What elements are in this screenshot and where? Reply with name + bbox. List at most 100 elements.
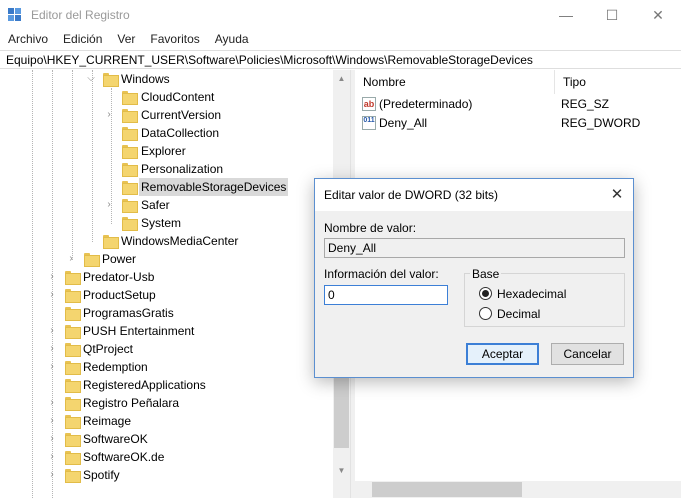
folder-icon [65, 325, 81, 339]
value-name: Deny_All [379, 116, 428, 130]
chevron-right-icon[interactable]: › [47, 448, 57, 466]
tree-item-label: ProductSetup [83, 288, 156, 302]
tree-item-label: Registro Peñalara [83, 396, 180, 410]
tree-item-currentversion[interactable]: › CurrentVersion [0, 106, 333, 124]
tree-item-removablestoragedevices[interactable]: RemovableStorageDevices [0, 178, 333, 196]
menu-favoritos[interactable]: Favoritos [142, 30, 206, 50]
column-header-tipo[interactable]: Tipo [555, 70, 681, 94]
tree-item-power[interactable]: › Power [0, 250, 333, 268]
hexadecimal-radio[interactable]: Hexadecimal [479, 286, 609, 302]
radio-unchecked-icon[interactable] [479, 307, 492, 320]
chevron-right-icon[interactable]: › [47, 358, 57, 376]
tree-item-reimage[interactable]: › Reimage [0, 412, 333, 430]
chevron-right-icon[interactable]: › [47, 466, 57, 484]
close-button[interactable]: ✕ [635, 0, 681, 30]
tree-item-datacollection[interactable]: DataCollection [0, 124, 333, 142]
chevron-right-icon[interactable]: › [104, 196, 114, 214]
value-name: (Predeterminado) [379, 97, 473, 111]
tree-item-safer[interactable]: › Safer [0, 196, 333, 214]
list-item[interactable]: 011 Deny_All REG_DWORD [355, 114, 681, 132]
tree-item-windows[interactable]: ⌵ Windows [0, 70, 333, 88]
tree-item-label: DataCollection [141, 126, 220, 140]
tree-item-system[interactable]: System [0, 214, 333, 232]
tree-item-cloudcontent[interactable]: CloudContent [0, 88, 333, 106]
menu-ver[interactable]: Ver [109, 30, 142, 50]
folder-icon [65, 397, 81, 411]
tree-item-push-entertainment[interactable]: › PUSH Entertainment [0, 322, 333, 340]
tree-item-label: SoftwareOK [83, 432, 148, 446]
base-label: Base [470, 267, 502, 281]
column-header-nombre[interactable]: Nombre [355, 70, 555, 94]
tree-item-label: Safer [141, 198, 170, 212]
key-tree: ⌵ Windows CloudContent › CurrentVersion … [0, 70, 350, 498]
tree-item-registeredapplications[interactable]: RegisteredApplications [0, 376, 333, 394]
address-bar[interactable]: Equipo\HKEY_CURRENT_USER\Software\Polici… [0, 50, 681, 69]
tree-item-label: RemovableStorageDevices [139, 178, 289, 196]
scrollbar-thumb[interactable] [372, 482, 522, 497]
menu-archivo[interactable]: Archivo [0, 30, 55, 50]
accept-button[interactable]: Aceptar [466, 343, 539, 365]
tree-item-label: Reimage [83, 414, 132, 428]
cancel-button[interactable]: Cancelar [551, 343, 624, 365]
folder-icon [65, 343, 81, 357]
tree-item-redemption[interactable]: › Redemption [0, 358, 333, 376]
chevron-right-icon[interactable]: › [66, 250, 76, 268]
folder-icon [65, 433, 81, 447]
tree-item-label: Windows [121, 72, 170, 86]
tree-item-predator-usb[interactable]: › Predator-Usb [0, 268, 333, 286]
tree-item-windowsmediacenter[interactable]: WindowsMediaCenter [0, 232, 333, 250]
folder-icon [122, 217, 138, 231]
tree-item-label: WindowsMediaCenter [121, 234, 239, 248]
chevron-right-icon[interactable]: › [47, 286, 57, 304]
maximize-button[interactable]: ☐ [589, 0, 635, 30]
folder-icon [65, 415, 81, 429]
chevron-right-icon[interactable]: › [47, 412, 57, 430]
scroll-down-icon[interactable]: ▼ [333, 462, 350, 479]
edit-dword-dialog: Editar valor de DWORD (32 bits) ✕ Nombre… [314, 178, 634, 378]
tree-item-registro-penalara[interactable]: › Registro Peñalara [0, 394, 333, 412]
menu-edicion[interactable]: Edición [55, 30, 109, 50]
list-item[interactable]: ab (Predeterminado) REG_SZ [355, 95, 681, 113]
dialog-title: Editar valor de DWORD (32 bits) [324, 188, 499, 202]
folder-icon [122, 91, 138, 105]
tree-item-softwareok[interactable]: › SoftwareOK [0, 430, 333, 448]
folder-icon [122, 199, 138, 213]
chevron-right-icon[interactable]: › [104, 106, 114, 124]
tree-item-explorer[interactable]: Explorer [0, 142, 333, 160]
chevron-down-icon[interactable]: ⌵ [86, 70, 96, 88]
tree-item-spotify[interactable]: › Spotify [0, 466, 333, 484]
tree-item-personalization[interactable]: Personalization [0, 160, 333, 178]
scroll-up-icon[interactable]: ▲ [333, 70, 350, 87]
menu-bar: Archivo Edición Ver Favoritos Ayuda [0, 30, 681, 50]
tree-item-productsetup[interactable]: › ProductSetup [0, 286, 333, 304]
chevron-right-icon[interactable]: › [47, 322, 57, 340]
dialog-close-button[interactable]: ✕ [607, 185, 627, 205]
value-name-label: Nombre de valor: [324, 221, 417, 235]
radio-checked-icon[interactable] [479, 287, 492, 300]
value-name-field[interactable] [324, 238, 625, 258]
tree-item-label: PUSH Entertainment [83, 324, 195, 338]
folder-icon [65, 289, 81, 303]
tree-item-label: Redemption [83, 360, 148, 374]
tree-item-label: Spotify [83, 468, 120, 482]
tree-item-qtproject[interactable]: › QtProject [0, 340, 333, 358]
chevron-right-icon[interactable]: › [47, 394, 57, 412]
value-type: REG_SZ [561, 97, 610, 111]
value-data-field[interactable] [324, 285, 448, 305]
tree-item-programasgratis[interactable]: ProgramasGratis [0, 304, 333, 322]
value-type: REG_DWORD [561, 116, 641, 130]
minimize-button[interactable]: — [543, 0, 589, 30]
chevron-right-icon[interactable]: › [47, 430, 57, 448]
chevron-right-icon[interactable]: › [47, 340, 57, 358]
window-title: Editor del Registro [31, 8, 130, 22]
folder-icon [65, 271, 81, 285]
menu-ayuda[interactable]: Ayuda [207, 30, 256, 50]
scrollbar-thumb[interactable] [334, 368, 349, 448]
decimal-radio[interactable]: Decimal [479, 306, 609, 322]
folder-icon [122, 127, 138, 141]
tree-item-label: SoftwareOK.de [83, 450, 165, 464]
folder-icon [65, 469, 81, 483]
chevron-right-icon[interactable]: › [47, 268, 57, 286]
tree-item-softwareok-de[interactable]: › SoftwareOK.de [0, 448, 333, 466]
list-horizontal-scrollbar[interactable] [355, 481, 681, 498]
